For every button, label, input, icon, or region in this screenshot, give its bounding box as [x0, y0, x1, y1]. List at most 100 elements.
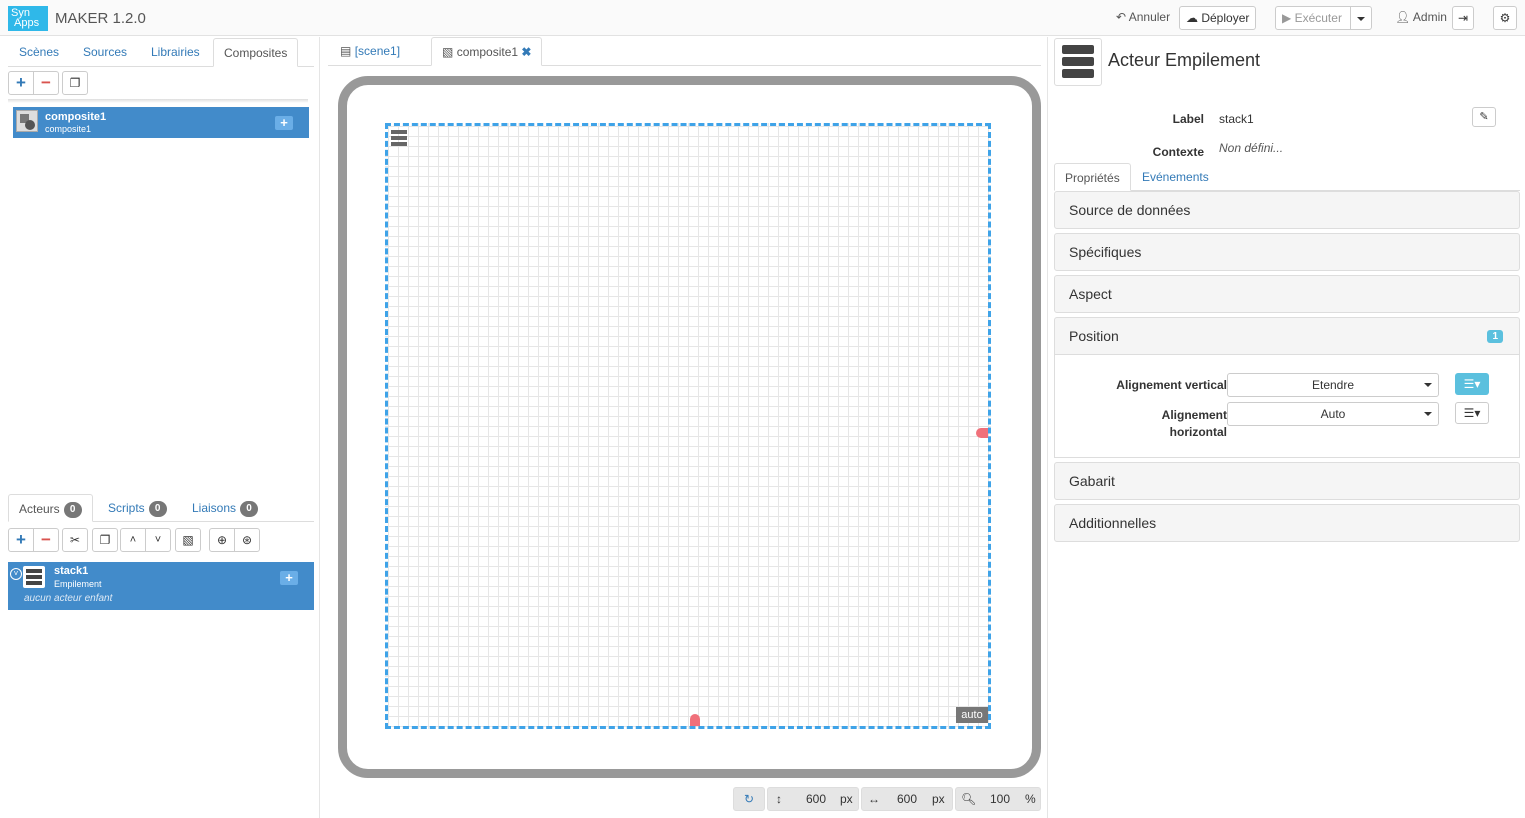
horizontal-resize-icon: ↔ — [868, 792, 880, 806]
edit-label-button[interactable]: ✎ — [1472, 107, 1496, 127]
refresh-button[interactable]: ↻ — [733, 787, 765, 811]
tab-sources[interactable]: Sources — [73, 38, 137, 66]
height-value[interactable]: 600 — [806, 788, 826, 810]
cloud-upload-icon: ☁ — [1186, 11, 1198, 25]
tab-events[interactable]: Evénements — [1132, 163, 1219, 191]
copy-actor-button[interactable]: ❐ — [92, 528, 118, 552]
composite-list-item[interactable]: composite1 composite1 + — [13, 107, 309, 138]
run-button[interactable]: ▶ Exécuter — [1275, 6, 1351, 30]
user-label: Admin — [1412, 10, 1447, 24]
vertical-resize-icon: ↕ — [776, 792, 782, 806]
undo-label: Annuler — [1128, 10, 1171, 24]
play-icon: ▶ — [1282, 11, 1292, 25]
section-specifics[interactable]: Spécifiques — [1054, 233, 1520, 271]
tab-scenes[interactable]: Scènes — [9, 38, 69, 66]
logo-line-2: Apps — [14, 17, 40, 29]
deploy-button[interactable]: ☁ Déployer — [1179, 6, 1257, 30]
logout-icon: ⇥ — [1457, 11, 1469, 25]
tab-properties[interactable]: Propriétés — [1054, 163, 1131, 191]
tab-scene1-label: [scene1] — [354, 44, 401, 58]
composite-tab-icon: ▧ — [442, 45, 454, 59]
convert-actor-button[interactable]: ▧ — [175, 528, 201, 552]
app-name: MAKER 1.2.0 — [55, 10, 146, 27]
chevron-down-icon: ˅ — [154, 534, 162, 546]
section-template[interactable]: Gabarit — [1054, 462, 1520, 500]
right-resize-handle[interactable] — [976, 428, 988, 438]
tab-actors-label: Acteurs — [19, 502, 60, 516]
run-label: Exécuter — [1294, 11, 1342, 25]
collapse-all-button[interactable]: ⊛ — [234, 528, 260, 552]
actor-subtitle: Empilement — [54, 579, 102, 589]
chevron-down-icon — [1357, 17, 1365, 21]
scripts-count-badge: 0 — [148, 500, 167, 517]
editor-tabs: ▤ [scene1] ▧ composite1 ✖ — [328, 37, 1041, 66]
height-control[interactable]: ↕ 600 px — [767, 787, 859, 811]
close-icon[interactable]: ✖ — [521, 45, 531, 59]
tab-composites[interactable]: Composites — [213, 38, 299, 67]
add-child-actor-button[interactable]: + — [280, 571, 298, 585]
remove-actor-button[interactable]: − — [33, 528, 59, 552]
sliders-icon: ☰▾ — [1463, 406, 1481, 420]
width-control[interactable]: ↔ 600 px — [861, 787, 953, 811]
zoom-icon: 🔍︎ — [961, 792, 977, 806]
section-position[interactable]: Position 1 — [1054, 317, 1520, 355]
tab-actors[interactable]: Acteurs 0 — [8, 494, 93, 522]
tab-composite1-label: composite1 — [456, 45, 519, 59]
section-additional[interactable]: Additionnelles — [1054, 504, 1520, 542]
undo-button[interactable]: ↶ Annuler — [1116, 10, 1170, 24]
valign-value: Etendre — [1311, 378, 1355, 392]
chevron-down-icon — [1424, 383, 1432, 387]
halign-select[interactable]: Auto — [1227, 402, 1439, 426]
top-bar: Syn Apps MAKER 1.2.0 ↶ Annuler ☁ Déploye… — [0, 0, 1525, 36]
move-down-button[interactable]: ˅ — [145, 528, 171, 552]
tab-links[interactable]: Liaisons 0 — [182, 494, 268, 522]
cut-actor-button[interactable]: ✂ — [62, 528, 88, 552]
zoom-control[interactable]: 🔍︎ 100 % — [955, 787, 1041, 811]
chevron-down-icon — [1424, 412, 1432, 416]
section-aspect[interactable]: Aspect — [1054, 275, 1520, 313]
design-canvas[interactable]: auto — [385, 123, 991, 729]
refresh-icon: ↻ — [743, 792, 755, 806]
expand-all-button[interactable]: ⊕ — [209, 528, 235, 552]
actor-type-title: Acteur Empilement — [1108, 50, 1261, 70]
remove-composite-button[interactable]: − — [33, 71, 59, 95]
tab-composite1[interactable]: ▧ composite1 ✖ — [431, 37, 543, 66]
valign-select[interactable]: Etendre — [1227, 373, 1439, 397]
left-tabs: Scènes Sources Librairies Composites — [8, 38, 314, 67]
tab-scripts[interactable]: Scripts 0 — [98, 494, 177, 522]
composite-icon — [16, 110, 38, 132]
left-separator — [319, 37, 320, 818]
links-count-badge: 0 — [240, 500, 259, 517]
scissors-icon: ✂ — [69, 533, 81, 547]
circle-chevron-right-icon: ⊛ — [241, 533, 253, 547]
halign-label-line-1: Alignement — [1161, 408, 1227, 422]
copy-composite-button[interactable]: ❐ — [62, 71, 88, 95]
section-datasource[interactable]: Source de données — [1054, 191, 1520, 229]
halign-label: Alignement horizontal — [1065, 407, 1227, 441]
undo-icon: ↶ — [1116, 10, 1127, 24]
add-to-scene-button[interactable]: + — [275, 116, 293, 130]
app-logo: Syn Apps — [8, 6, 48, 31]
add-actor-button[interactable]: + — [8, 528, 34, 552]
copy-icon: ❐ — [99, 533, 111, 547]
tab-scene1[interactable]: ▤ [scene1] — [330, 37, 410, 65]
halign-label-line-2: horizontal — [1169, 425, 1227, 439]
logout-button[interactable]: ⇥ — [1452, 6, 1474, 30]
bottom-resize-handle[interactable] — [690, 714, 700, 726]
actor-list-item[interactable]: ˅ stack1 Empilement aucun acteur enfant … — [8, 562, 314, 610]
halign-options-button[interactable]: ☰▾ — [1455, 402, 1489, 424]
user-icon: 👤︎ — [1395, 10, 1411, 24]
run-dropdown-button[interactable] — [1350, 6, 1372, 30]
move-up-button[interactable]: ˄ — [120, 528, 146, 552]
width-value[interactable]: 600 — [897, 788, 917, 810]
tab-libraries[interactable]: Librairies — [141, 38, 210, 66]
collapse-toggle-icon[interactable]: ˅ — [10, 568, 22, 580]
settings-button[interactable]: ⚙ — [1493, 6, 1517, 30]
user-menu[interactable]: 👤︎ Admin — [1395, 10, 1447, 24]
auto-size-badge: auto — [956, 707, 988, 723]
valign-options-button[interactable]: ☰▾ — [1455, 373, 1489, 395]
zoom-value[interactable]: 100 — [990, 788, 1010, 810]
add-composite-button[interactable]: + — [8, 71, 34, 95]
property-tabs: Propriétés Evénements — [1054, 163, 1520, 191]
actor-tabs: Acteurs 0 Scripts 0 Liaisons 0 — [8, 494, 314, 522]
